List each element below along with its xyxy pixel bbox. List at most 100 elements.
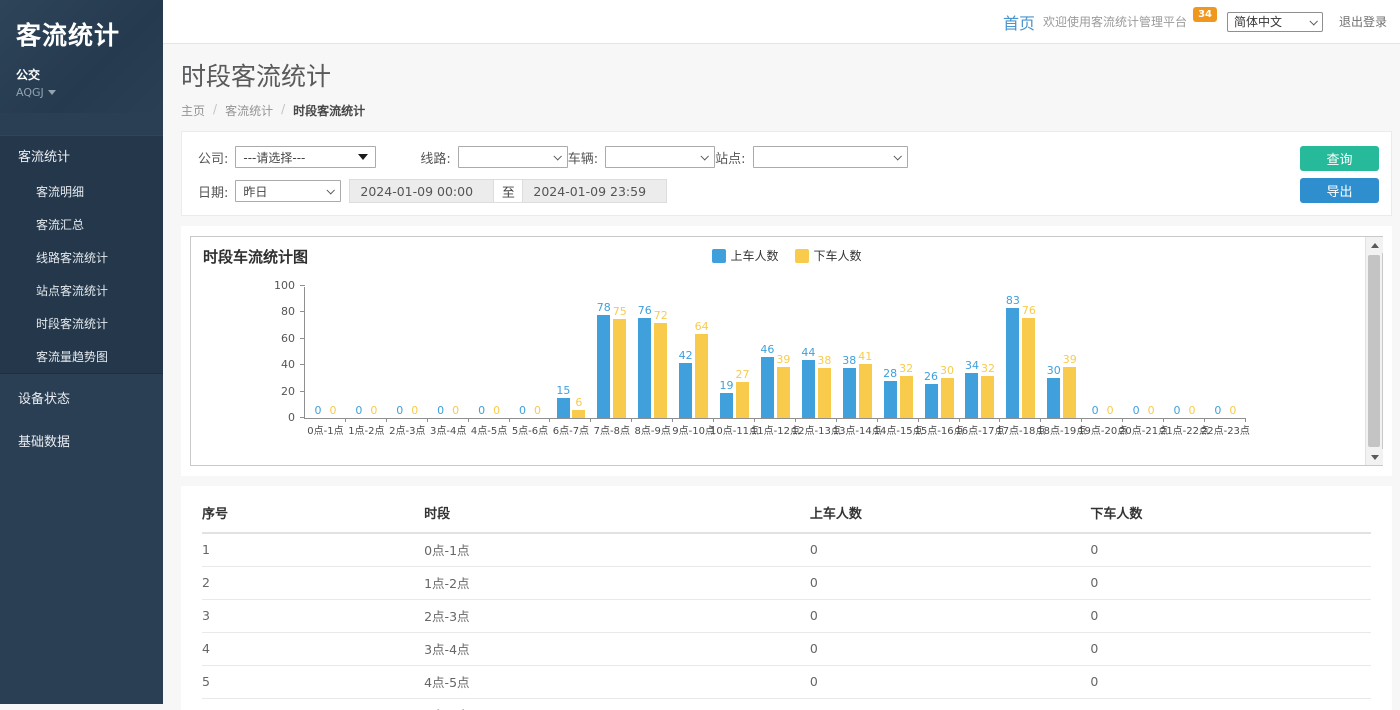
x-axis-label: 8点-9点 <box>635 422 671 437</box>
table-row: 10点-1点00 <box>202 533 1371 567</box>
bar[interactable] <box>638 318 651 418</box>
bar-column: 0 <box>352 405 365 418</box>
bar[interactable] <box>654 323 667 418</box>
bar[interactable] <box>613 319 626 418</box>
bar-column: 38 <box>817 355 831 418</box>
bar-group: 002点-3点 <box>387 287 428 418</box>
sidebar-item-base-data[interactable]: 基础数据 <box>0 421 163 460</box>
bar[interactable] <box>1022 318 1035 418</box>
bar[interactable] <box>981 376 994 418</box>
bar[interactable] <box>720 393 733 418</box>
bar[interactable] <box>859 364 872 418</box>
table-cell: 0 <box>1090 633 1371 666</box>
sidebar-item-device-status[interactable]: 设备状态 <box>0 378 163 417</box>
legend-swatch-alighting <box>795 249 809 263</box>
date-preset-select[interactable]: 昨日 <box>235 180 341 202</box>
bar-column: 0 <box>1145 405 1158 418</box>
table-cell: 3点-4点 <box>424 633 810 666</box>
bar-value-label: 0 <box>355 405 362 417</box>
bar-column: 0 <box>326 405 339 418</box>
sidebar: 客流统计 公交 AQGJ 客流统计 客流明细 客流汇总 线路客流统计 站点客流统… <box>0 0 163 704</box>
bar-value-label: 30 <box>1047 365 1061 377</box>
bar[interactable] <box>597 315 610 418</box>
home-link[interactable]: 首页 <box>1003 10 1035 34</box>
date-to-input[interactable]: 2024-01-09 23:59 <box>522 179 667 203</box>
sidebar-item-line-stats[interactable]: 线路客流统计 <box>0 241 163 274</box>
bar[interactable] <box>818 368 831 418</box>
breadcrumb-home[interactable]: 主页 <box>181 102 205 119</box>
bar-column: 26 <box>924 371 938 418</box>
vehicle-select[interactable] <box>605 146 715 168</box>
date-range-to-label: 至 <box>494 179 522 203</box>
chart-legend: 上车人数 下车人数 <box>711 247 861 264</box>
bar[interactable] <box>1047 378 1060 418</box>
sidebar-item-passenger-stats[interactable]: 客流统计 <box>0 136 163 175</box>
sidebar-item-station-stats[interactable]: 站点客流统计 <box>0 274 163 307</box>
x-axis-label: 7点-8点 <box>594 422 630 437</box>
bar[interactable] <box>843 368 856 418</box>
y-axis-tick-label: 20 <box>265 385 295 398</box>
bar-column: 15 <box>556 385 570 418</box>
bar-column: 76 <box>638 305 652 418</box>
bar-group: 343216点-17点 <box>960 287 1001 418</box>
bar-column: 41 <box>858 351 872 418</box>
x-axis-label: 22点-23点 <box>1201 422 1250 437</box>
legend-item-boarding[interactable]: 上车人数 <box>711 247 778 264</box>
bar-group: 443812点-13点 <box>796 287 837 418</box>
bar[interactable] <box>1063 367 1076 418</box>
table-cell: 3 <box>202 600 424 633</box>
export-button[interactable]: 导出 <box>1300 178 1379 203</box>
bar-value-label: 0 <box>370 405 377 417</box>
chart-vertical-scrollbar[interactable] <box>1365 237 1382 465</box>
bar-column: 0 <box>475 405 488 418</box>
date-from-input[interactable]: 2024-01-09 00:00 <box>349 179 494 203</box>
bar[interactable] <box>572 410 585 418</box>
bar[interactable] <box>802 360 815 418</box>
scroll-up-icon[interactable] <box>1366 237 1383 253</box>
bar[interactable] <box>679 363 692 418</box>
x-axis-label: 3点-4点 <box>430 422 466 437</box>
bar[interactable] <box>900 376 913 418</box>
bar[interactable] <box>925 384 938 418</box>
bar[interactable] <box>761 357 774 418</box>
bar[interactable] <box>941 378 954 418</box>
x-axis-tick <box>549 418 550 422</box>
sidebar-item-period-stats[interactable]: 时段客流统计 <box>0 307 163 340</box>
bar-group: 837617点-18点 <box>1000 287 1041 418</box>
x-axis-label: 0点-1点 <box>307 422 343 437</box>
bar-column: 32 <box>981 363 995 418</box>
table-cell: 0 <box>810 699 1091 710</box>
scroll-down-icon[interactable] <box>1366 449 1383 465</box>
scrollbar-thumb[interactable] <box>1368 255 1380 447</box>
station-select[interactable] <box>753 146 908 168</box>
bar-group: 78757点-8点 <box>591 287 632 418</box>
brand-title: 客流统计 <box>16 16 149 52</box>
breadcrumb: 主页 / 客流统计 / 时段客流统计 <box>181 102 1400 119</box>
org-code-dropdown[interactable]: AQGJ <box>16 86 149 99</box>
bar-column: 0 <box>1211 405 1224 418</box>
bar[interactable] <box>736 382 749 418</box>
language-select[interactable]: 简体中文 <box>1227 12 1323 32</box>
bar[interactable] <box>777 367 790 418</box>
breadcrumb-separator: / <box>281 102 285 119</box>
bar-value-label: 28 <box>883 368 897 380</box>
logout-link[interactable]: 退出登录 <box>1339 13 1387 30</box>
line-select[interactable] <box>458 146 568 168</box>
x-axis-tick <box>427 418 428 422</box>
breadcrumb-section[interactable]: 客流统计 <box>225 102 273 119</box>
query-button[interactable]: 查询 <box>1300 146 1379 171</box>
bar[interactable] <box>557 398 570 418</box>
breadcrumb-current: 时段客流统计 <box>293 102 365 119</box>
sidebar-item-flow-summary[interactable]: 客流汇总 <box>0 208 163 241</box>
bar[interactable] <box>884 381 897 418</box>
bar[interactable] <box>1006 308 1019 418</box>
legend-item-alighting[interactable]: 下车人数 <box>795 247 862 264</box>
vehicle-label: 车辆: <box>568 148 598 167</box>
table-header-row: 序号 时段 上车人数 下车人数 <box>202 490 1371 533</box>
bar[interactable] <box>695 334 708 418</box>
sidebar-item-flow-detail[interactable]: 客流明细 <box>0 175 163 208</box>
bar-value-label: 44 <box>801 347 815 359</box>
company-select[interactable]: ---请选择--- <box>235 146 376 168</box>
bar[interactable] <box>965 373 978 418</box>
sidebar-item-trend-chart[interactable]: 客流量趋势图 <box>0 340 163 373</box>
